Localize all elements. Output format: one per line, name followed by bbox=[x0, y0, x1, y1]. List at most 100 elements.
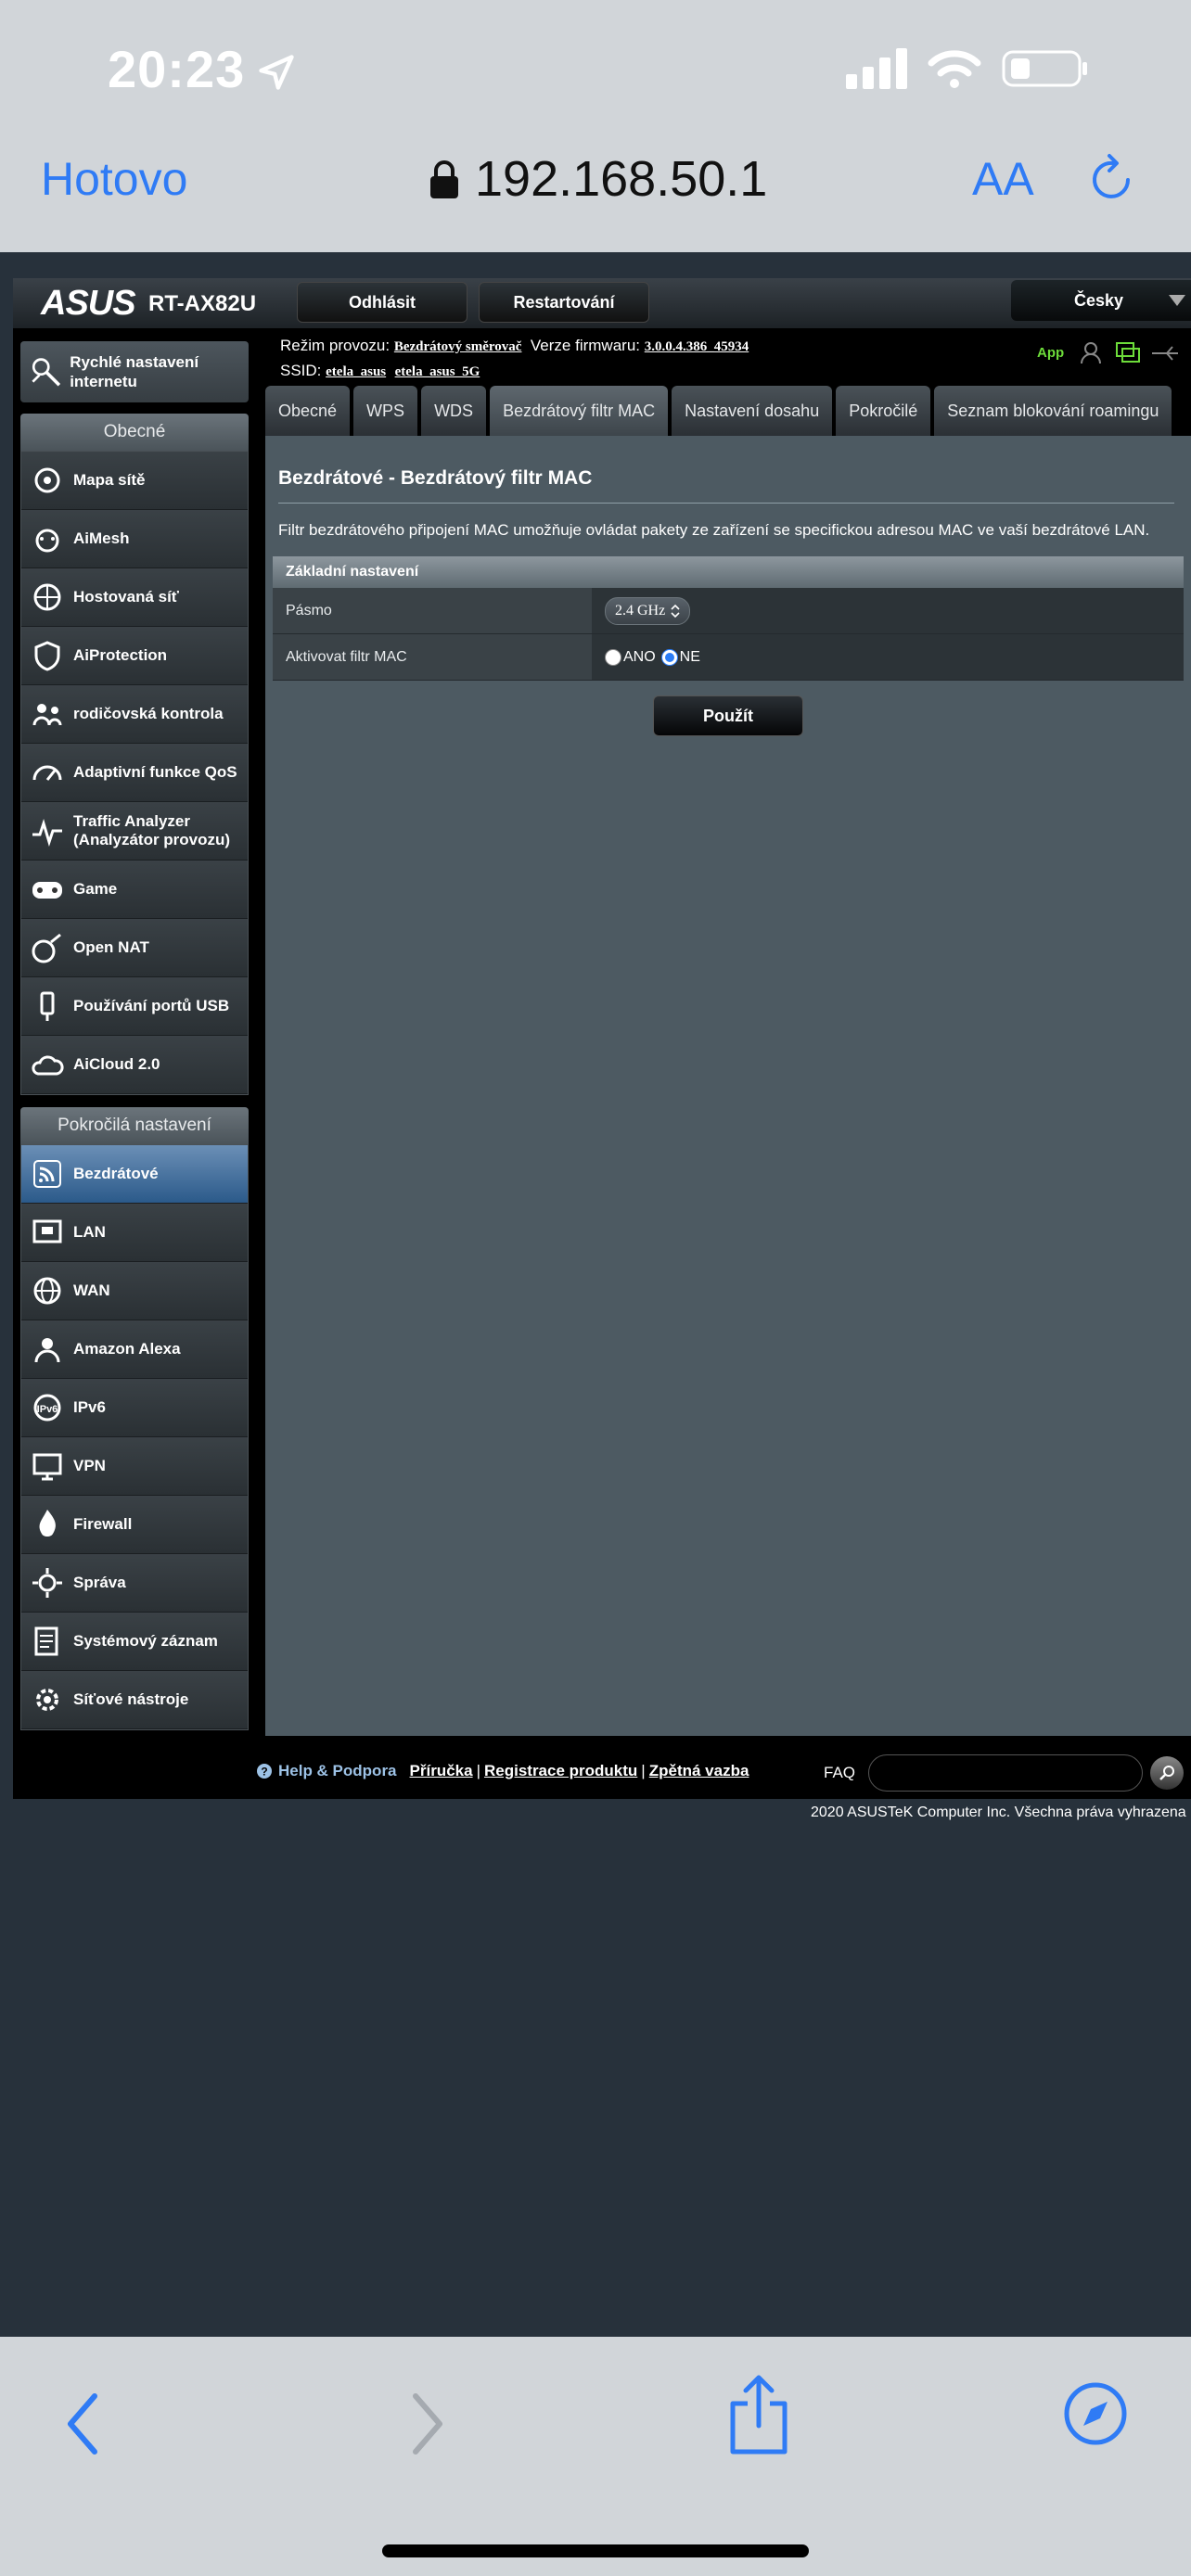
sidebar-item-globe[interactable]: WAN bbox=[21, 1262, 248, 1320]
manual-link[interactable]: Příručka bbox=[410, 1762, 473, 1780]
sidebar-item-guest-network[interactable]: Hostovaná síť bbox=[21, 568, 248, 627]
asus-logo: ASUS bbox=[41, 284, 136, 323]
faq-search-input[interactable] bbox=[868, 1754, 1143, 1792]
tab-3[interactable]: Bezdrátový filtr MAC bbox=[490, 386, 669, 436]
sidebar-item-traffic-analyzer[interactable]: Traffic Analyzer (Analyzátor provozu) bbox=[21, 802, 248, 861]
sidebar-item-network-tools[interactable]: Síťové nástroje bbox=[21, 1671, 248, 1729]
sidebar-item-cloud[interactable]: AiCloud 2.0 bbox=[21, 1036, 248, 1094]
app-link[interactable]: App bbox=[1037, 345, 1064, 361]
settings-table: Základní nastavení Pásmo 2.4 GHz Aktivov… bbox=[273, 556, 1184, 681]
section-head: Základní nastavení bbox=[273, 556, 1184, 588]
network-tools-icon bbox=[25, 1677, 70, 1722]
done-button[interactable]: Hotovo bbox=[41, 152, 187, 206]
sidebar-item-label: Bezdrátové bbox=[73, 1165, 159, 1182]
radio-yes-label: ANO bbox=[623, 648, 656, 665]
text-size-button[interactable]: AA bbox=[972, 152, 1034, 206]
sidebar-item-label: AiMesh bbox=[73, 529, 130, 547]
guest-network-icon bbox=[25, 575, 70, 619]
mac-filter-yes-radio[interactable]: ANO bbox=[605, 648, 656, 666]
forward-icon[interactable] bbox=[404, 2389, 449, 2459]
tab-bar: Obecné WPS WDS Bezdrátový filtr MAC Nastaven… bbox=[265, 386, 1172, 436]
cloud-icon bbox=[25, 1042, 70, 1087]
sidebar-item-open-nat[interactable]: Open NAT bbox=[21, 919, 248, 977]
radio-no-dot[interactable] bbox=[660, 648, 678, 666]
tab-5[interactable]: Pokročilé bbox=[836, 386, 931, 436]
copyright: 2020 ASUSTeK Computer Inc. Všechna práva… bbox=[811, 1804, 1186, 1820]
sidebar-item-usb[interactable]: Používání portů USB bbox=[21, 977, 248, 1036]
sidebar-item-alexa[interactable]: Amazon Alexa bbox=[21, 1320, 248, 1379]
sidebar-item-shield[interactable]: AiProtection bbox=[21, 627, 248, 685]
lock-icon bbox=[430, 160, 458, 198]
help-icon: ? bbox=[257, 1764, 272, 1779]
sidebar-item-ipv6[interactable]: IPv6 IPv6 bbox=[21, 1379, 248, 1437]
location-arrow-icon bbox=[259, 55, 294, 90]
feedback-link[interactable]: Zpětná vazba bbox=[649, 1762, 749, 1780]
lan-icon bbox=[25, 1210, 70, 1255]
tab-4[interactable]: Nastavení dosahu bbox=[672, 386, 833, 436]
mac-filter-no-radio[interactable]: NE bbox=[660, 648, 700, 666]
advanced-menu: Bezdrátové LAN WAN Amazon Alexa IPv6 IPv6 VPN F… bbox=[20, 1144, 249, 1730]
status-icons bbox=[1081, 342, 1178, 364]
ssid-label: SSID: bbox=[280, 362, 322, 379]
sidebar-item-system-log[interactable]: Systémový záznam bbox=[21, 1613, 248, 1671]
sidebar-item-lan[interactable]: LAN bbox=[21, 1204, 248, 1262]
sidebar-item-label: Hostovaná síť bbox=[73, 588, 179, 606]
mode-link[interactable]: Bezdrátový směrovač bbox=[394, 339, 522, 354]
gamepad-icon bbox=[25, 867, 70, 912]
sidebar-item-label: Traffic Analyzer (Analyzátor provozu) bbox=[73, 812, 231, 848]
reload-icon[interactable] bbox=[1087, 152, 1139, 208]
battery-icon bbox=[1002, 50, 1087, 87]
tab-6[interactable]: Seznam blokování roamingu bbox=[934, 386, 1172, 436]
sidebar-item-parental-control[interactable]: rodičovská kontrola bbox=[21, 685, 248, 744]
share-icon[interactable] bbox=[725, 2372, 792, 2455]
router-info: Režim provozu: Bezdrátový směrovač Verze… bbox=[280, 334, 749, 384]
sidebar-item-label: AiProtection bbox=[73, 646, 168, 664]
firmware-link[interactable]: 3.0.0.4.386_45934 bbox=[645, 339, 749, 354]
cellular-signal-icon bbox=[846, 48, 907, 89]
sidebar-item-wireless[interactable]: Bezdrátové bbox=[21, 1145, 248, 1204]
quick-internet-setup[interactable]: Rychlé nastavení internetu bbox=[20, 341, 249, 402]
shield-icon bbox=[25, 633, 70, 678]
safari-bottom-bar bbox=[0, 2337, 1191, 2576]
band-label: Pásmo bbox=[273, 588, 592, 633]
tab-1[interactable]: WPS bbox=[353, 386, 418, 436]
sidebar-item-aimesh[interactable]: AiMesh bbox=[21, 510, 248, 568]
sidebar-item-qos-gauge[interactable]: Adaptivní funkce QoS bbox=[21, 744, 248, 802]
compass-icon[interactable] bbox=[1063, 2381, 1128, 2446]
router-top-bar: ASUS RT-AX82U Odhlásit Restartování Česk… bbox=[13, 278, 1191, 328]
help-support-link[interactable]: Help & Podpora bbox=[278, 1762, 397, 1780]
mac-filter-row: Aktivovat filtr MAC ANO NE bbox=[273, 634, 1184, 681]
faq-search-button[interactable] bbox=[1150, 1756, 1184, 1790]
router-footer: ? Help & Podpora Příručka | Registrace p… bbox=[256, 1762, 749, 1780]
sidebar-item-network-map[interactable]: Mapa sítě bbox=[21, 452, 248, 510]
tab-2[interactable]: WDS bbox=[421, 386, 487, 436]
sidebar-item-vpn[interactable]: VPN bbox=[21, 1437, 248, 1496]
sidebar-item-label: Používání portů USB bbox=[73, 997, 230, 1014]
language-select[interactable]: Česky bbox=[1011, 280, 1191, 321]
logout-button[interactable]: Odhlásit bbox=[297, 282, 467, 323]
url-text[interactable]: 192.168.50.1 bbox=[475, 150, 767, 208]
back-icon[interactable] bbox=[61, 2389, 106, 2459]
apply-button[interactable]: Použít bbox=[653, 695, 803, 736]
sidebar-item-label: Systémový záznam bbox=[73, 1632, 218, 1650]
url-bar[interactable]: Hotovo 192.168.50.1 AA bbox=[0, 139, 1191, 223]
radio-yes-dot[interactable] bbox=[605, 648, 621, 666]
footer-sep: | bbox=[476, 1762, 480, 1779]
footer-sep: | bbox=[641, 1762, 646, 1779]
ssid-24-link[interactable]: etela_asus bbox=[326, 364, 386, 379]
vpn-icon bbox=[25, 1444, 70, 1488]
status-indicators bbox=[846, 48, 1089, 89]
sidebar-item-gamepad[interactable]: Game bbox=[21, 861, 248, 919]
sidebar-item-firewall[interactable]: Firewall bbox=[21, 1496, 248, 1554]
restart-button[interactable]: Restartování bbox=[479, 282, 649, 323]
title-divider bbox=[278, 503, 1174, 504]
band-select[interactable]: 2.4 GHz bbox=[605, 596, 691, 625]
svg-text:IPv6: IPv6 bbox=[37, 1404, 58, 1415]
sidebar-item-administration[interactable]: Správa bbox=[21, 1554, 248, 1613]
sidebar-item-label: Mapa sítě bbox=[73, 471, 146, 489]
firewall-icon bbox=[25, 1502, 70, 1547]
ssid-5g-link[interactable]: etela_asus_5G bbox=[395, 364, 480, 379]
register-link[interactable]: Registrace produktu bbox=[484, 1762, 637, 1780]
sidebar-item-label: Game bbox=[73, 880, 118, 898]
tab-0[interactable]: Obecné bbox=[265, 386, 351, 436]
